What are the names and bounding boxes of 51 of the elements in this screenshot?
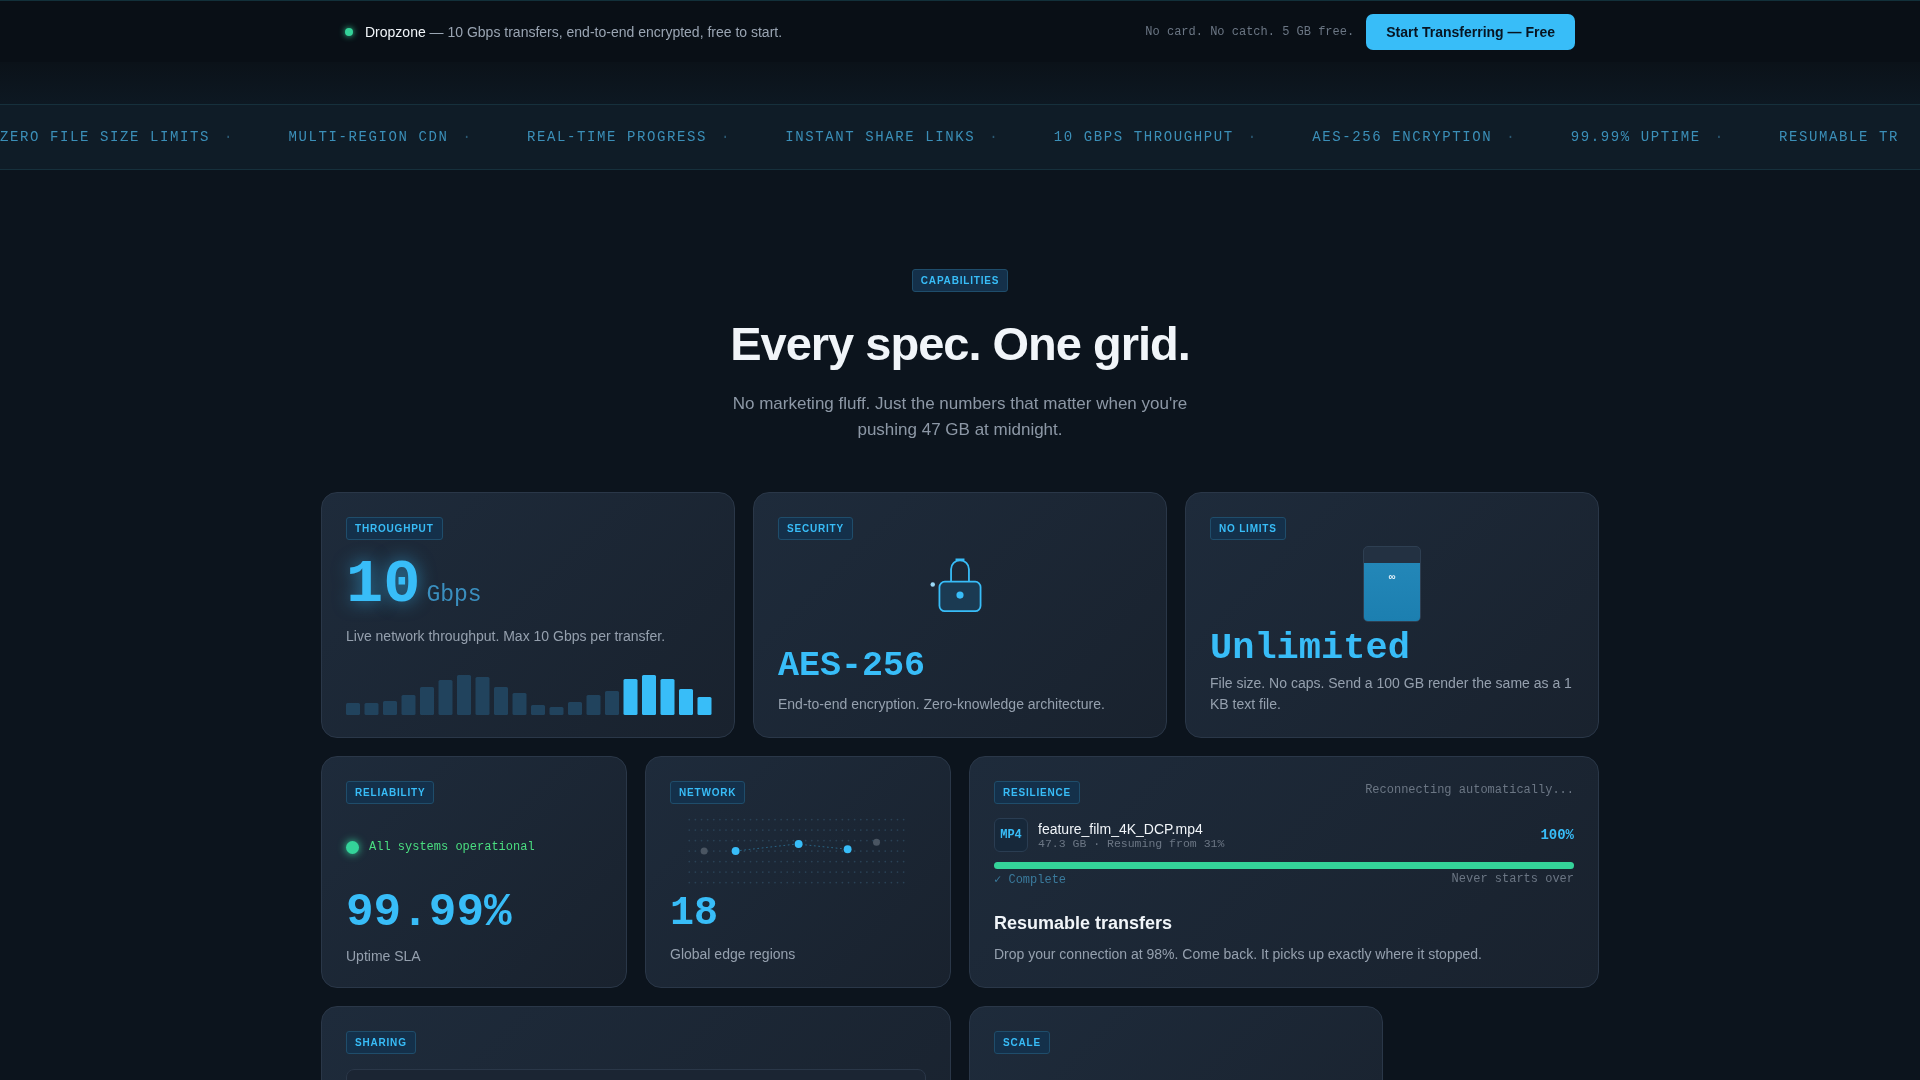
progress-percent: 100% (1540, 827, 1574, 843)
uptime-value: 99.99% (346, 890, 513, 936)
ticker-separator: · (720, 129, 730, 145)
ticker-item: RESUMABLE TR (1779, 129, 1900, 145)
reconnect-status: Reconnecting automatically... (1365, 783, 1574, 797)
ticker-item: MULTI-REGION CDN (288, 129, 449, 145)
card-description: End-to-end encryption. Zero-knowledge architecture. (778, 695, 1106, 714)
category-tag: THROUGHPUT (346, 517, 443, 540)
file-type-tag: MP4 (994, 818, 1028, 852)
offer-note: No card. No catch. 5 GB free. (1145, 24, 1355, 39)
category-tag: RELIABILITY (346, 781, 435, 804)
ticker-separator: · (1247, 129, 1257, 145)
section-heading: Every spec. One grid. (730, 316, 1190, 371)
ticker-item: AES-256 ENCRYPTION (1312, 129, 1493, 145)
ticker-item: REAL-TIME PROGRESS (526, 129, 707, 145)
section-subtitle: No marketing fluff. Just the numbers that matter when you're pushing 47 GB at midnight. (731, 393, 1189, 441)
complete-status: ✓ Complete (994, 872, 1067, 887)
progress-note: Never starts over (1451, 872, 1574, 887)
card-description: Drop your connection at 98%. Come back. It picks up exactly where it stopped. (994, 945, 1483, 964)
file-meta: 47.3 GB · Resuming from 31% (1038, 836, 1225, 850)
file-name: feature_film_4K_DCP.mp4 (1038, 820, 1204, 837)
ticker-separator: · (1506, 129, 1515, 145)
card-description: Global edge regions (670, 945, 797, 964)
card-title: Resumable transfers (994, 913, 1174, 934)
ticker-item: 10 GBPS THROUGHPUT (1053, 129, 1234, 145)
ticker-item: 99.99% UPTIME (1570, 129, 1701, 145)
status-text: All systems operational (369, 840, 535, 854)
category-tag: NETWORK (670, 781, 746, 804)
category-tag: SECURITY (778, 517, 853, 540)
ticker-separator: · (1714, 129, 1724, 145)
card-description: File size. No caps. Send a 100 GB render the same as a 1 KB text file. (1210, 674, 1573, 714)
ticker-separator: · (462, 129, 471, 145)
announcement-text: Dropzone — 10 Gbps transfers, end-to-end encrypted, free to start. (365, 23, 784, 40)
storage-gauge: ∞ (1363, 546, 1421, 622)
category-tag: RESILIENCE (994, 781, 1080, 804)
card-description: Live network throughput. Max 10 Gbps per transfer. (346, 627, 667, 646)
regions-value: 18 (670, 894, 719, 934)
card-description: Uptime SLA (346, 947, 422, 966)
limit-value: Unlimited (1210, 630, 1411, 667)
category-tag: NO LIMITS (1210, 517, 1286, 540)
category-tag: SHARING (346, 1031, 416, 1054)
category-tag: SCALE (994, 1031, 1050, 1054)
section-tag: CAPABILITIES (911, 269, 1009, 292)
unit-label: Gbps (426, 582, 482, 608)
ticker-separator: · (989, 129, 998, 145)
encryption-value: AES-256 (778, 649, 927, 684)
ticker-item: ZERO FILE SIZE LIMITS (0, 129, 211, 145)
start-transferring-button[interactable]: Start Transferring — Free (1366, 13, 1575, 50)
ticker-separator: · (224, 129, 233, 145)
throughput-value: 10 (346, 554, 421, 616)
ticker-item: INSTANT SHARE LINKS (785, 129, 976, 145)
